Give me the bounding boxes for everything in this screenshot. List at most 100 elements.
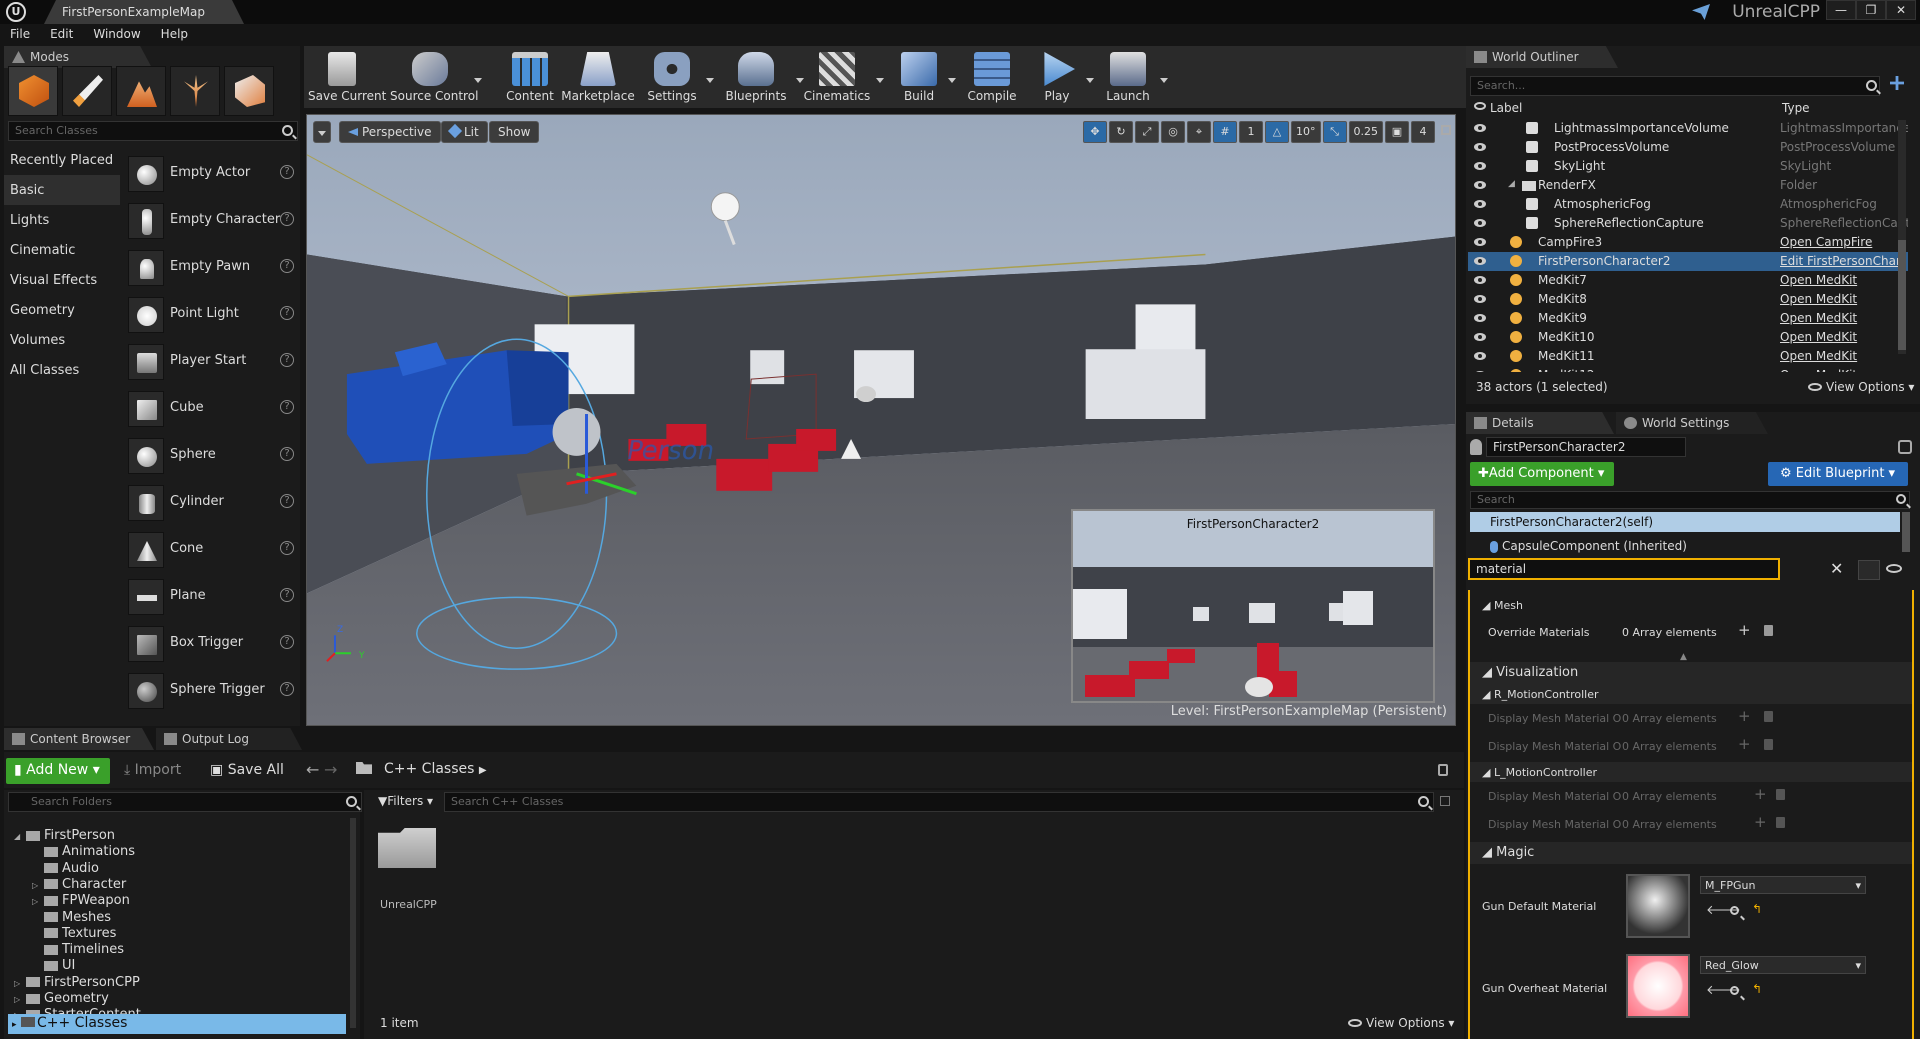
- components-scrollbar[interactable]: [1902, 512, 1910, 552]
- category-cinematic[interactable]: Cinematic: [4, 235, 120, 265]
- visibility-eye-icon[interactable]: [1474, 124, 1486, 132]
- viewport-options-button[interactable]: [313, 121, 331, 143]
- actor-name-field[interactable]: FirstPersonCharacter2: [1486, 437, 1686, 457]
- actor-type-link[interactable]: Edit FirstPersonChar: [1780, 254, 1901, 268]
- help-icon[interactable]: ?: [280, 400, 294, 414]
- gun-default-material-combo[interactable]: M_FPGun ▾: [1700, 876, 1866, 894]
- help-icon[interactable]: ?: [280, 212, 294, 226]
- magic-category[interactable]: ◢ Magic: [1470, 842, 1912, 864]
- place-plane[interactable]: Plane?: [124, 573, 300, 620]
- visibility-eye-icon[interactable]: [1474, 257, 1486, 265]
- place-empty-character[interactable]: Empty Character?: [124, 197, 300, 244]
- folder-search-input[interactable]: Search Folders: [8, 792, 362, 812]
- tab-world-settings[interactable]: World Settings: [1616, 412, 1768, 434]
- translate-tool-icon[interactable]: ✥: [1083, 121, 1107, 143]
- help-icon[interactable]: ?: [280, 635, 294, 649]
- label-column-header[interactable]: Label: [1490, 101, 1522, 115]
- camera-speed-icon[interactable]: ▣: [1385, 121, 1409, 143]
- help-icon[interactable]: ?: [280, 165, 294, 179]
- minimize-button[interactable]: —: [1826, 0, 1856, 20]
- folder-item[interactable]: Timelines: [32, 942, 124, 958]
- foliage-mode-icon[interactable]: [170, 66, 220, 116]
- category-volumes[interactable]: Volumes: [4, 325, 120, 355]
- help-icon[interactable]: ?: [280, 306, 294, 320]
- eye-icon[interactable]: [1886, 564, 1902, 573]
- visibility-eye-icon[interactable]: [1474, 295, 1486, 303]
- folder-item[interactable]: UI: [32, 958, 75, 974]
- play-button[interactable]: Play: [1032, 48, 1094, 106]
- red-glow-material-thumbnail[interactable]: [1626, 954, 1690, 1018]
- surface-snap-icon[interactable]: ⌖: [1187, 121, 1211, 143]
- reset-to-default-icon[interactable]: ↰: [1752, 982, 1762, 996]
- forward-arrow-icon[interactable]: →: [324, 760, 337, 779]
- component-capsule-row[interactable]: CapsuleComponent (Inherited): [1470, 536, 1900, 556]
- pin-icon[interactable]: [1440, 796, 1450, 806]
- launch-button[interactable]: Launch: [1100, 48, 1168, 106]
- visibility-eye-icon[interactable]: [1474, 276, 1486, 284]
- add-element-icon[interactable]: +: [1738, 623, 1751, 638]
- tab-content-browser[interactable]: Content Browser: [4, 728, 154, 750]
- outliner-row[interactable]: SphereReflectionCapture SphereReflectionC…: [1468, 214, 1908, 233]
- geometry-edit-mode-icon[interactable]: [224, 66, 274, 116]
- import-button[interactable]: ⤓ Import: [124, 762, 181, 778]
- place-cube[interactable]: Cube?: [124, 385, 300, 432]
- folder-item[interactable]: ▷ Geometry: [14, 991, 109, 1007]
- world-space-icon[interactable]: ◎: [1161, 121, 1185, 143]
- landscape-mode-icon[interactable]: [116, 66, 166, 116]
- menu-edit[interactable]: Edit: [40, 24, 83, 44]
- actor-type-link[interactable]: Open CampFire: [1780, 235, 1872, 249]
- actor-type-link[interactable]: Open MedKit: [1780, 292, 1857, 306]
- folder-cpp-classes[interactable]: ▸ C++ Classes: [8, 1014, 346, 1034]
- visibility-eye-icon[interactable]: [1474, 181, 1486, 189]
- folder-item[interactable]: Textures: [32, 926, 116, 942]
- scale-tool-icon[interactable]: ⤢: [1135, 121, 1159, 143]
- notification-icon[interactable]: [1692, 4, 1710, 20]
- actor-type-link[interactable]: Open MedKit: [1780, 330, 1857, 344]
- rotation-snap-value[interactable]: 10°: [1291, 121, 1321, 143]
- visibility-eye-icon[interactable]: [1474, 333, 1486, 341]
- place-empty-actor[interactable]: Empty Actor?: [124, 150, 300, 197]
- source-control-button[interactable]: Source Control: [390, 48, 482, 106]
- asset-search-input[interactable]: Search C++ Classes: [444, 792, 1434, 812]
- tab-modes[interactable]: Modes: [4, 46, 152, 68]
- content-button[interactable]: Content: [500, 48, 560, 106]
- scale-snap-value[interactable]: 0.25: [1348, 121, 1383, 143]
- maximize-button[interactable]: ❐: [1856, 0, 1886, 20]
- place-sphere-trigger[interactable]: Sphere Trigger?: [124, 667, 300, 714]
- folder-item[interactable]: Animations: [32, 844, 135, 860]
- reset-to-default-icon[interactable]: ↰: [1752, 902, 1762, 916]
- folder-item[interactable]: ▷ FPWeapon: [32, 893, 130, 909]
- category-basic[interactable]: Basic: [4, 175, 120, 205]
- scale-snap-icon[interactable]: ⤡: [1322, 121, 1347, 143]
- breadcrumb[interactable]: C++ Classes ▶: [384, 761, 487, 777]
- outliner-row[interactable]: FirstPersonCharacter2 Edit FirstPersonCha…: [1468, 252, 1908, 271]
- tab-details[interactable]: Details: [1466, 412, 1614, 434]
- folder-item[interactable]: ◢ FirstPerson: [14, 828, 115, 844]
- rotation-snap-icon[interactable]: △: [1265, 121, 1289, 143]
- place-box-trigger[interactable]: Box Trigger?: [124, 620, 300, 667]
- help-icon[interactable]: ?: [280, 494, 294, 508]
- place-empty-pawn[interactable]: Empty Pawn?: [124, 244, 300, 291]
- help-icon[interactable]: ?: [280, 682, 294, 696]
- add-component-button[interactable]: ✚Add Component ▾: [1470, 462, 1614, 486]
- actor-type-link[interactable]: Open MedKit: [1780, 273, 1857, 287]
- outliner-row[interactable]: MedKit10 Open MedKit: [1468, 328, 1908, 347]
- place-mode-icon[interactable]: [8, 66, 58, 116]
- folder-scrollbar[interactable]: [350, 818, 356, 1028]
- property-matrix-icon[interactable]: [1858, 560, 1880, 580]
- collapse-arrow-icon[interactable]: ▲: [1680, 652, 1687, 662]
- outliner-row[interactable]: CampFire3 Open CampFire: [1468, 233, 1908, 252]
- visibility-eye-icon[interactable]: [1474, 219, 1486, 227]
- level-viewport[interactable]: Person Z Y Perspective Lit Show ✥ ↻ ⤢ ◎ ⌖ #1 △…: [306, 114, 1456, 726]
- back-arrow-icon[interactable]: ←: [306, 760, 319, 779]
- component-search-input[interactable]: Search: [1470, 491, 1910, 509]
- marketplace-button[interactable]: Marketplace: [558, 48, 638, 106]
- menu-window[interactable]: Window: [83, 24, 150, 44]
- place-cone[interactable]: Cone?: [124, 526, 300, 573]
- outliner-row[interactable]: SkyLight SkyLight: [1468, 157, 1908, 176]
- visualization-category[interactable]: ◢ Visualization: [1470, 662, 1912, 684]
- details-filter-input[interactable]: material: [1468, 558, 1780, 580]
- save-current-button[interactable]: Save Current: [308, 48, 386, 106]
- type-column-header[interactable]: Type: [1782, 101, 1810, 115]
- tab-world-outliner[interactable]: World Outliner: [1466, 46, 1618, 68]
